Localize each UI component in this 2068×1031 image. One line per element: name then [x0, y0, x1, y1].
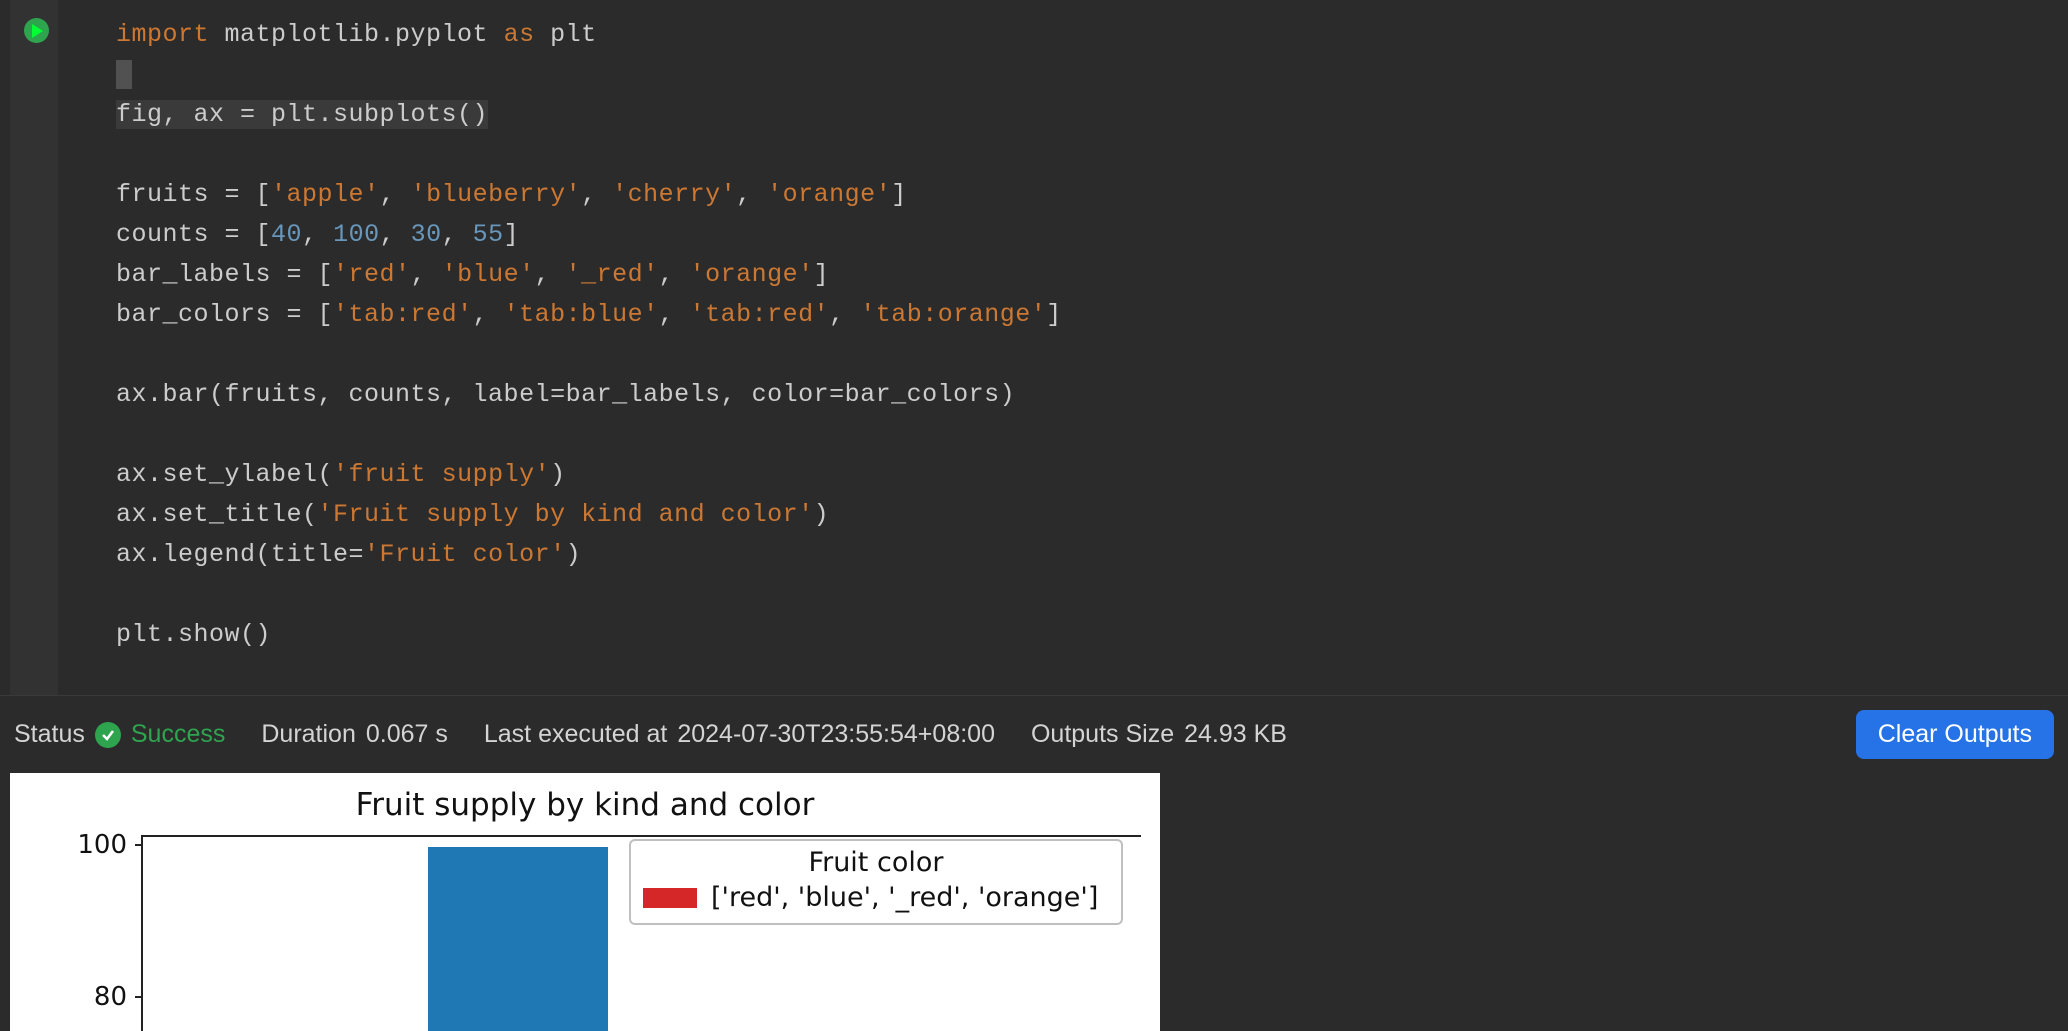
legend-entry: ['red', 'blue', '_red', 'orange'] — [643, 882, 1109, 913]
status-value: Success — [95, 720, 225, 749]
outputs-size-label: Outputs Size — [1031, 720, 1174, 749]
chart-title: Fruit supply by kind and color — [10, 787, 1160, 823]
output-area: Fruit supply by kind and color 100 80 Fr… — [0, 773, 2068, 1031]
outputs-size-value: 24.93 KB — [1184, 720, 1287, 749]
status-label: Status — [14, 720, 85, 749]
run-cell-button[interactable] — [24, 18, 49, 43]
legend-entry-label: ['red', 'blue', '_red', 'orange'] — [711, 882, 1098, 913]
last-executed-value: 2024-07-30T23:55:54+08:00 — [677, 720, 995, 749]
code-cell: import matplotlib.pyplot as plt fig, ax … — [0, 0, 2068, 695]
code-cell-gutter — [0, 0, 110, 695]
ytick-100: 100 — [77, 830, 127, 860]
chart-output: Fruit supply by kind and color 100 80 Fr… — [10, 773, 1160, 1031]
ytick-80: 80 — [94, 982, 127, 1012]
chart-legend: Fruit color ['red', 'blue', '_red', 'ora… — [629, 839, 1123, 925]
duration-value: 0.067 s — [366, 720, 448, 749]
clear-outputs-button[interactable]: Clear Outputs — [1856, 710, 2054, 759]
bar-blueberry — [428, 847, 608, 1031]
legend-title: Fruit color — [643, 847, 1109, 878]
status-bar: Status Success Duration 0.067 s Last exe… — [0, 695, 2068, 773]
success-check-icon — [95, 722, 121, 748]
legend-swatch-icon — [643, 888, 697, 908]
code-editor[interactable]: import matplotlib.pyplot as plt fig, ax … — [110, 0, 2068, 695]
last-executed-label: Last executed at — [484, 720, 667, 749]
duration-label: Duration — [261, 720, 356, 749]
